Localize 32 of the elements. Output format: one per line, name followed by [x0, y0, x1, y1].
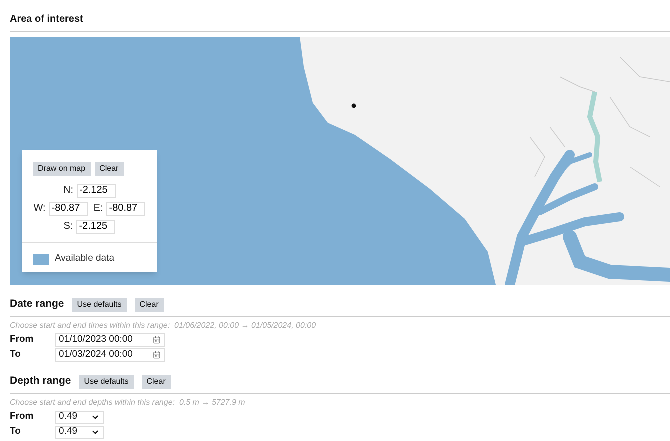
small-button[interactable]: Clear — [142, 375, 171, 390]
calendar-icon — [153, 351, 161, 360]
coordinate-label: W: — [34, 202, 46, 216]
coordinate-field[interactable]: -2.125 — [76, 184, 116, 198]
coordinate-field[interactable]: -80.87 — [106, 202, 146, 216]
field-label: To — [10, 348, 22, 362]
depth-select[interactable]: 0.49 — [55, 410, 104, 424]
coordinate-label: E: — [94, 202, 104, 216]
small-button[interactable]: Clear — [134, 298, 164, 312]
small-button[interactable]: Clear — [94, 162, 124, 176]
coordinate-label: S: — [64, 220, 74, 234]
range-hint: Choose start and end depths within this range: 0.5 m → 5727.9 m — [10, 398, 246, 408]
field-label: From — [10, 410, 35, 424]
field-label: From — [10, 332, 35, 347]
calendar-icon — [153, 336, 161, 344]
section-title: Depth range — [10, 374, 72, 390]
date-field[interactable]: 01/10/2023 00:00 — [55, 332, 165, 347]
field-label: To — [10, 425, 22, 440]
small-button[interactable]: Draw on map — [33, 162, 91, 176]
depth-select[interactable]: 0.49 — [55, 426, 104, 439]
legend-swatch — [33, 254, 49, 265]
coordinate-label: N: — [64, 184, 74, 198]
range-hint: Choose start and end times within this range: 01/06/2022, 00:00 → 01/05/2024, 00:00 — [10, 320, 318, 331]
section-title: Area of interest — [10, 12, 670, 32]
legend-label: Available data — [55, 252, 115, 266]
section-title: Date range — [10, 297, 64, 312]
date-field[interactable]: 01/03/2024 00:00 — [55, 348, 165, 362]
coordinate-field[interactable]: -80.87 — [48, 202, 88, 216]
map-drawing[interactable] — [10, 37, 670, 285]
coordinate-field[interactable]: -2.125 — [76, 220, 116, 234]
small-button[interactable]: Use defaults — [72, 298, 127, 312]
small-button[interactable]: Use defaults — [79, 375, 134, 390]
